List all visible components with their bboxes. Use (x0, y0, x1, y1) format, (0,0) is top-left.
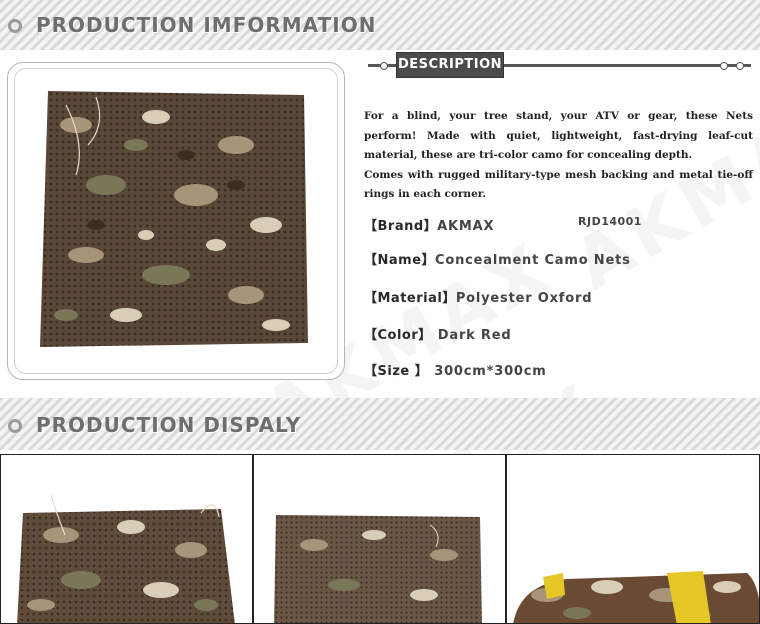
spec-value: 300cm*300cm (434, 364, 547, 379)
main-product-frame (7, 62, 345, 380)
spec-color: 【Color】 Dark Red (364, 324, 511, 346)
spec-model-number: RJD14001 (578, 215, 642, 228)
description-tab: DESCRIPTION (396, 52, 504, 78)
spec-brand: 【Brand】AKMAX RJD14001 (364, 215, 641, 237)
spec-material: 【Material】Polyester Oxford (364, 287, 592, 309)
description-body: For a blind, your tree stand, your ATV o… (364, 107, 753, 205)
camo-net-image (17, 494, 235, 623)
description-paragraph: Comes with rugged military-type mesh bac… (364, 168, 753, 201)
rule-dot (720, 62, 728, 70)
spec-value: AKMAX (437, 219, 495, 234)
spec-label: 【Size 】 (364, 364, 429, 379)
spec-label: 【Brand】 (364, 219, 438, 234)
camo-net-image (40, 91, 308, 347)
spec-label: 【Color】 (364, 328, 432, 343)
bullet-icon (8, 19, 22, 33)
camo-net-image (274, 515, 482, 623)
spec-label: 【Material】 (364, 291, 456, 306)
display-panel-1 (0, 454, 253, 624)
rule-dot (380, 62, 388, 70)
display-panel-2 (253, 454, 506, 624)
spec-value: Dark Red (437, 328, 512, 343)
spec-label: 【Name】 (364, 253, 436, 268)
spec-name: 【Name】Concealment Camo Nets (364, 249, 631, 271)
description-tab-label: DESCRIPTION (397, 57, 503, 72)
spec-size: 【Size 】 300cm*300cm (364, 360, 547, 382)
spec-value: Polyester Oxford (455, 291, 593, 306)
bullet-icon (8, 419, 22, 433)
rule-dot (736, 62, 744, 70)
description-paragraph: For a blind, your tree stand, your ATV o… (364, 110, 753, 162)
camo-net-bundle-image (513, 571, 759, 623)
spec-value: Concealment Camo Nets (435, 253, 631, 268)
production-information-header: PRODUCTION IMFORMATION (0, 0, 760, 50)
section-title: PRODUCTION IMFORMATION (36, 13, 377, 37)
display-panel-3 (506, 454, 760, 624)
production-display-header: PRODUCTION DISPALY (0, 398, 760, 450)
section-title: PRODUCTION DISPALY (36, 413, 302, 437)
